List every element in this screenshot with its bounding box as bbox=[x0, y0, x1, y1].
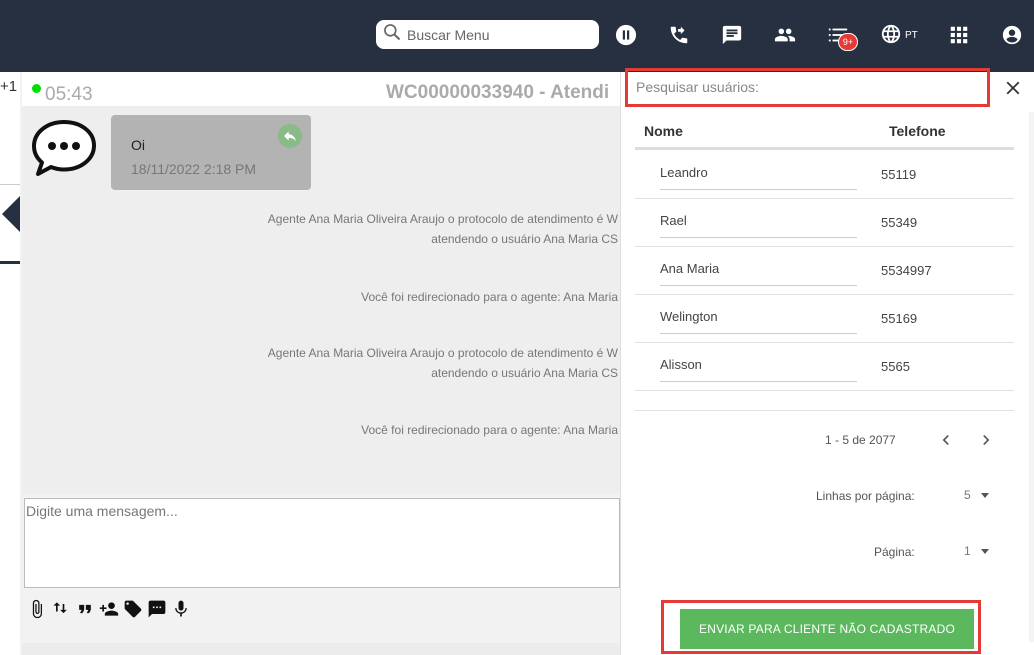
active-indicator bbox=[0, 261, 20, 264]
account-icon[interactable] bbox=[999, 22, 1025, 48]
chat-messages[interactable]: Oi 18/11/2022 2:18 PM Agente Ana Maria O… bbox=[22, 106, 620, 494]
protocol-title: WC00000033940 - Atendi bbox=[386, 82, 610, 103]
pause-icon[interactable] bbox=[613, 22, 639, 48]
rows-per-page-select[interactable]: 5 bbox=[964, 488, 989, 502]
close-icon[interactable] bbox=[1002, 77, 1024, 99]
user-name: Alisson bbox=[660, 357, 857, 382]
notification-badge: 9+ bbox=[838, 33, 858, 51]
table-row[interactable]: Welington 55169 bbox=[635, 295, 1014, 343]
language-selector[interactable]: PT bbox=[880, 23, 918, 48]
system-message: Você foi redirecionado para o agente: An… bbox=[361, 423, 618, 437]
attach-icon[interactable] bbox=[26, 597, 48, 621]
table-row[interactable]: Ana Maria 5534997 bbox=[635, 247, 1014, 295]
user-phone: 55119 bbox=[881, 167, 917, 182]
users-table-header: Nome Telefone bbox=[635, 114, 1014, 150]
conversation-list-strip: +1 bbox=[0, 72, 20, 655]
add-user-icon[interactable] bbox=[98, 597, 120, 621]
rows-per-page-label: Linhas por página: bbox=[816, 489, 915, 503]
people-icon[interactable] bbox=[772, 22, 798, 48]
bottom-strip bbox=[22, 643, 620, 655]
chevron-right-icon[interactable] bbox=[976, 430, 996, 450]
chevron-left-icon[interactable] bbox=[936, 430, 956, 450]
globe-icon bbox=[880, 23, 905, 48]
dropdown-caret-icon bbox=[980, 492, 989, 498]
search-icon bbox=[382, 22, 402, 47]
menu-search-input[interactable] bbox=[407, 26, 587, 43]
whatsapp-chat-icon bbox=[30, 118, 98, 178]
user-search-field[interactable] bbox=[625, 68, 990, 107]
user-name: Leandro bbox=[660, 165, 857, 190]
user-search-input[interactable] bbox=[636, 79, 966, 95]
message-input[interactable] bbox=[25, 499, 619, 587]
incoming-message[interactable]: Oi 18/11/2022 2:18 PM bbox=[111, 115, 311, 190]
system-message: Agente Ana Maria Oliveira Araujo o proto… bbox=[267, 212, 618, 246]
quote-icon[interactable] bbox=[74, 597, 96, 621]
language-label: PT bbox=[905, 30, 918, 41]
table-row[interactable]: Leandro 55119 bbox=[635, 151, 1014, 199]
transfer-icon[interactable] bbox=[50, 597, 72, 621]
phone-forward-icon[interactable] bbox=[666, 22, 692, 48]
system-message: Você foi redirecionado para o agente: An… bbox=[361, 290, 618, 304]
page-label: Página: bbox=[874, 545, 915, 559]
column-header-name[interactable]: Nome bbox=[644, 123, 683, 139]
send-to-unregistered-button[interactable]: ENVIAR PARA CLIENTE NÃO CADASTRADO bbox=[680, 609, 974, 649]
chat-icon[interactable] bbox=[719, 22, 745, 48]
reply-icon[interactable] bbox=[278, 124, 302, 148]
page-value: 1 bbox=[964, 544, 971, 558]
pagination-range: 1 - 5 de 2077 bbox=[825, 433, 896, 447]
send-button-highlight: ENVIAR PARA CLIENTE NÃO CADASTRADO bbox=[661, 600, 981, 654]
online-status-icon bbox=[32, 84, 41, 93]
divider bbox=[0, 184, 20, 185]
conversation-counter: +1 bbox=[0, 78, 18, 95]
message-text: Oi bbox=[131, 137, 145, 153]
pagination-divider bbox=[635, 410, 1014, 411]
microphone-icon[interactable] bbox=[170, 597, 192, 621]
rows-per-page-value: 5 bbox=[964, 488, 971, 502]
apps-grid-icon[interactable] bbox=[946, 22, 972, 48]
quick-message-icon[interactable] bbox=[146, 597, 168, 621]
page-select[interactable]: 1 bbox=[964, 544, 989, 558]
user-phone: 55349 bbox=[881, 215, 918, 230]
column-header-phone[interactable]: Telefone bbox=[889, 123, 946, 139]
user-phone: 5565 bbox=[881, 359, 910, 374]
user-phone: 5534997 bbox=[881, 263, 932, 278]
composer-toolbar bbox=[26, 597, 192, 621]
user-name: Rael bbox=[660, 213, 857, 238]
system-message: Agente Ana Maria Oliveira Araujo o proto… bbox=[267, 346, 618, 380]
collapse-arrow-icon[interactable] bbox=[2, 196, 20, 232]
menu-search[interactable] bbox=[376, 20, 599, 49]
message-time: 18/11/2022 2:18 PM bbox=[131, 161, 257, 177]
panel-scrollbar[interactable] bbox=[1029, 112, 1034, 642]
user-name: Ana Maria bbox=[660, 261, 857, 286]
chat-timer: 05:43 bbox=[45, 84, 93, 105]
dropdown-caret-icon bbox=[980, 548, 989, 554]
top-bar: 9+ PT bbox=[0, 0, 1034, 72]
user-search-panel: Nome Telefone Leandro 55119 Rael 55349 A… bbox=[620, 68, 1034, 655]
chat-header: 05:43 WC00000033940 - Atendi bbox=[22, 72, 620, 106]
table-row[interactable]: Alisson 5565 bbox=[635, 343, 1014, 391]
tag-icon[interactable] bbox=[122, 597, 144, 621]
user-phone: 55169 bbox=[881, 311, 918, 326]
table-row[interactable]: Rael 55349 bbox=[635, 199, 1014, 247]
message-composer[interactable] bbox=[24, 498, 620, 588]
user-name: Welington bbox=[660, 309, 857, 334]
